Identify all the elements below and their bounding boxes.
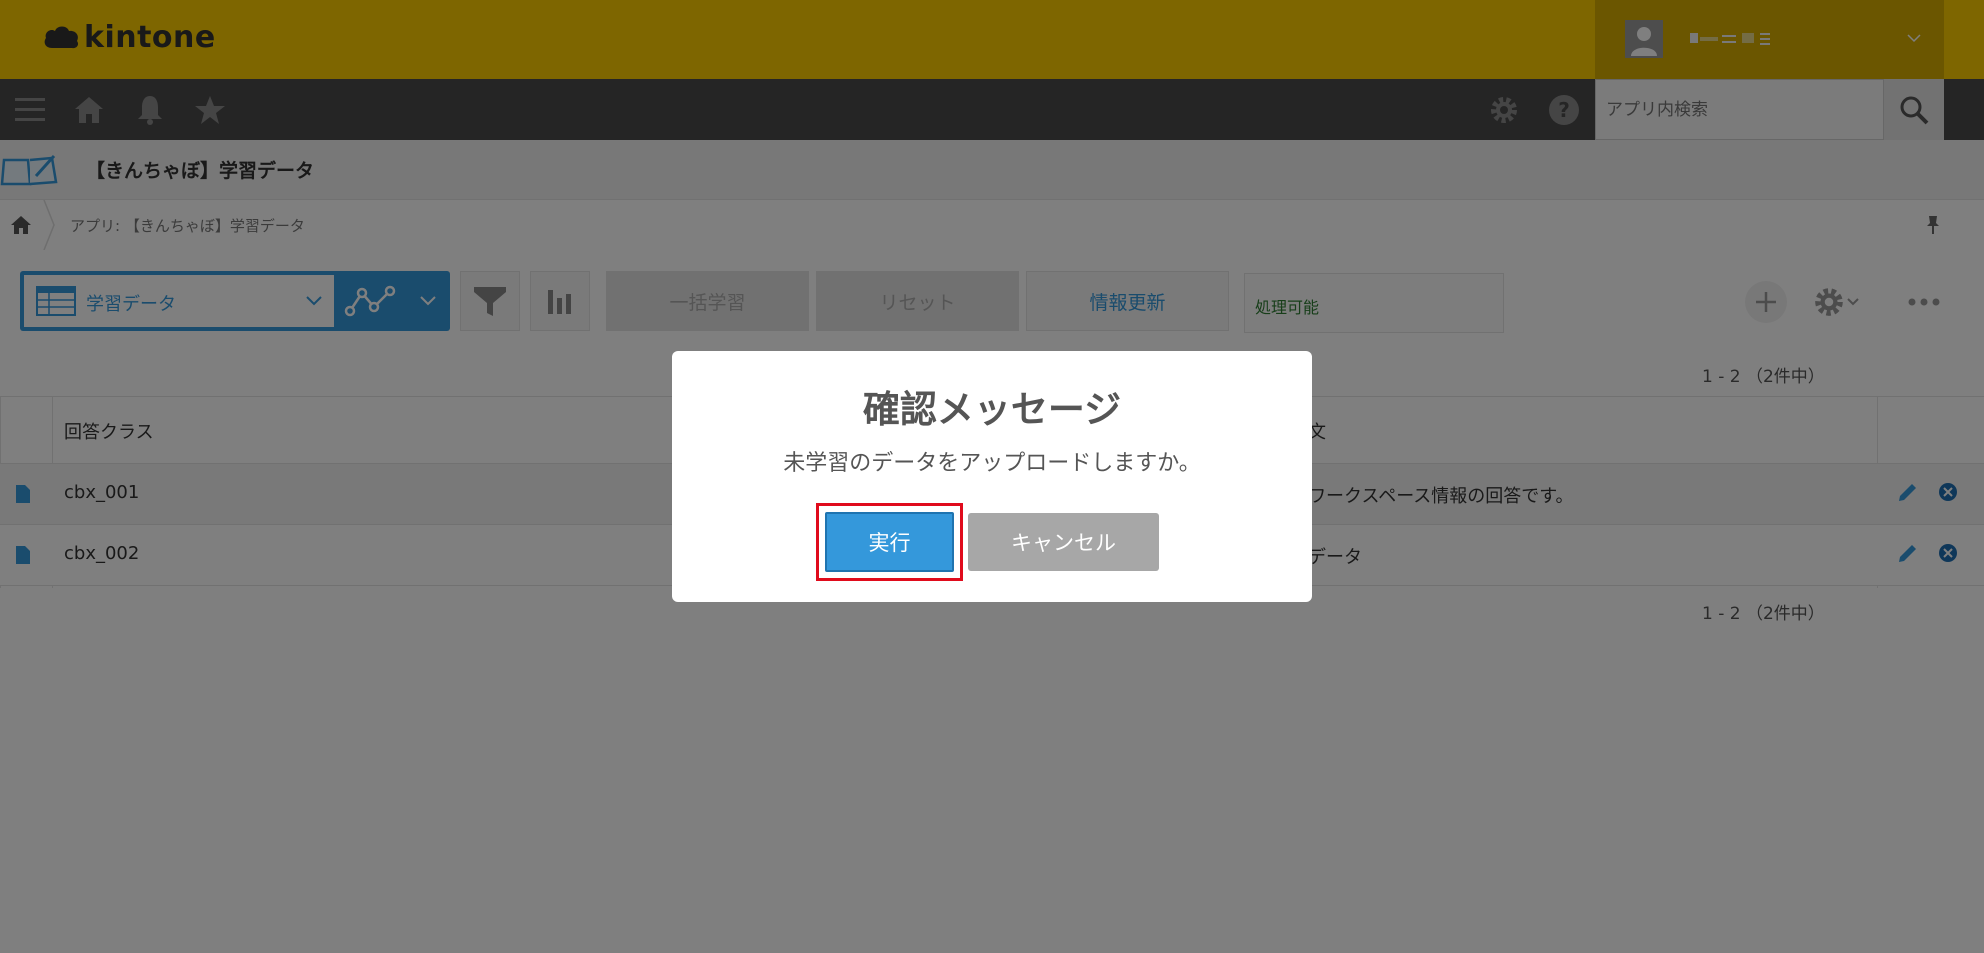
- confirm-dialog: 確認メッセージ 未学習のデータをアップロードしますか。 実行 キャンセル: [672, 351, 1312, 602]
- cancel-button[interactable]: キャンセル: [968, 513, 1159, 571]
- dialog-message: 未学習のデータをアップロードしますか。: [783, 451, 1201, 476]
- ok-button-highlight: 実行: [816, 503, 963, 581]
- execute-button[interactable]: 実行: [825, 512, 954, 572]
- dialog-title: 確認メッセージ: [862, 388, 1122, 431]
